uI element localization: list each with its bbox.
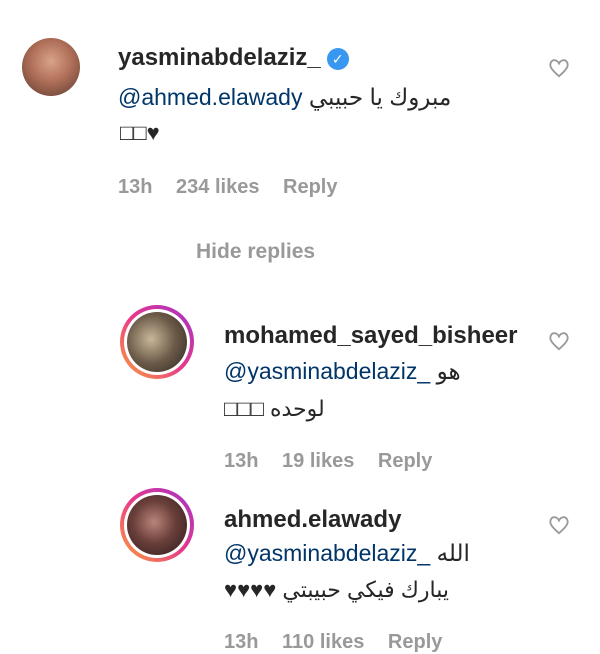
comment-text: هو bbox=[436, 358, 461, 384]
comment-text-line-1: @yasminabdelaziz_ الله bbox=[224, 540, 470, 567]
avatar[interactable] bbox=[120, 305, 194, 379]
avatar[interactable] bbox=[120, 488, 194, 562]
comment-meta: 13h 19 likes Reply bbox=[224, 450, 450, 473]
username-text[interactable]: yasminabdelaziz_ bbox=[118, 44, 321, 71]
verified-badge-icon: ✓ bbox=[326, 47, 349, 70]
comment-text-line-2: □□♥ bbox=[120, 120, 160, 145]
mention-link[interactable]: @ahmed.elawady bbox=[118, 84, 302, 110]
comment-likes[interactable]: 234 likes bbox=[176, 176, 259, 198]
comment-likes[interactable]: 110 likes bbox=[282, 631, 364, 653]
avatar[interactable] bbox=[22, 38, 80, 96]
comment-likes[interactable]: 19 likes bbox=[282, 450, 354, 472]
comment-meta: 13h 110 likes Reply bbox=[224, 631, 460, 654]
comment-username[interactable]: yasminabdelaziz_ ✓ bbox=[118, 44, 349, 72]
comment-username[interactable]: ahmed.elawady bbox=[224, 506, 401, 534]
reply-button[interactable]: Reply bbox=[378, 450, 432, 472]
comment-text-line-2: □□□ لوحده bbox=[224, 396, 325, 421]
like-heart-icon[interactable] bbox=[548, 331, 570, 351]
comment-time[interactable]: 13h bbox=[224, 631, 258, 653]
comment-text-line-2: ♥♥♥♥ يبارك فيكي حبيبتي bbox=[224, 577, 449, 602]
comment-text-line-1: @ahmed.elawady مبروك يا حبيبي bbox=[118, 84, 451, 111]
mention-link[interactable]: @yasminabdelaziz_ bbox=[224, 540, 430, 566]
comment-text: الله bbox=[436, 540, 470, 566]
hide-replies-button[interactable]: Hide replies bbox=[196, 240, 315, 264]
reply-button[interactable]: Reply bbox=[388, 631, 442, 653]
mention-link[interactable]: @yasminabdelaziz_ bbox=[224, 358, 430, 384]
comment-text-line-1: @yasminabdelaziz_ هو bbox=[224, 358, 461, 385]
like-heart-icon[interactable] bbox=[548, 58, 570, 78]
comment-username[interactable]: mohamed_sayed_bisheer bbox=[224, 322, 517, 350]
like-heart-icon[interactable] bbox=[548, 515, 570, 535]
comment-meta: 13h 234 likes Reply bbox=[118, 176, 355, 199]
comment-time[interactable]: 13h bbox=[118, 176, 152, 198]
comment-time[interactable]: 13h bbox=[224, 450, 258, 472]
comment-text: مبروك يا حبيبي bbox=[308, 84, 452, 110]
reply-button[interactable]: Reply bbox=[283, 176, 337, 198]
